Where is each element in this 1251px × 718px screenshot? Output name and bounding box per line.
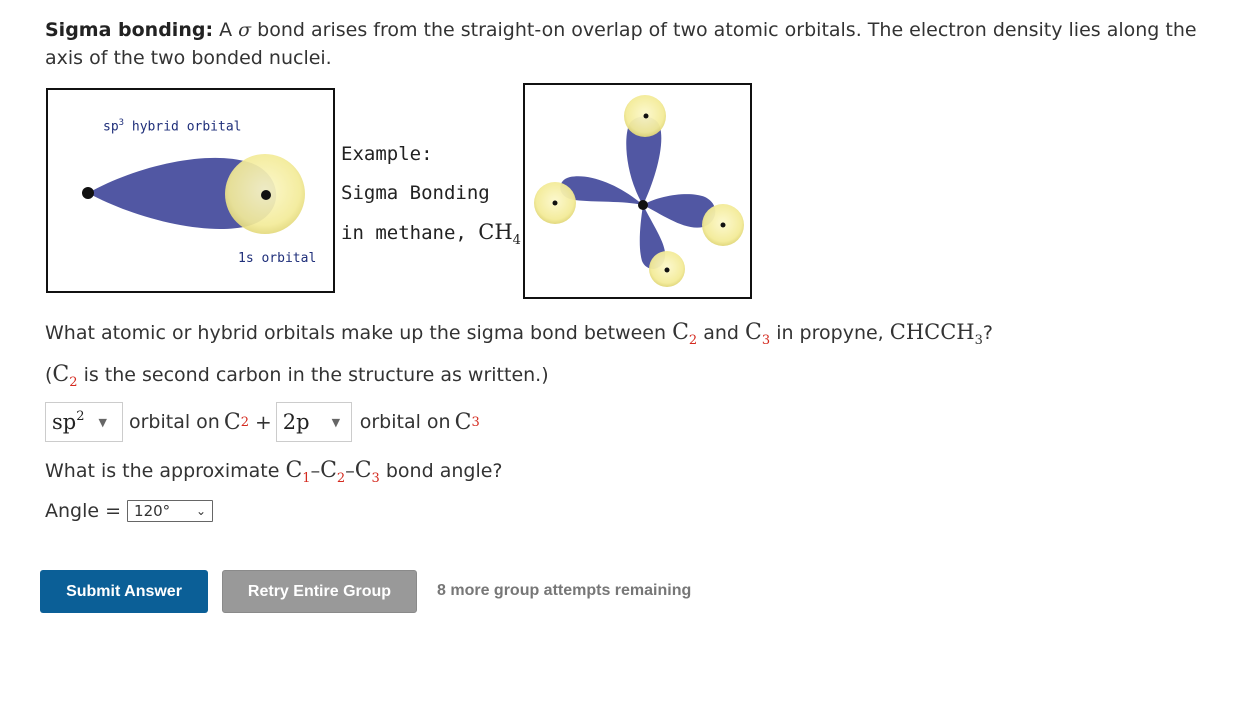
sp3-label: sp3 hybrid orbital <box>103 118 242 135</box>
example-line1: Example: <box>341 143 433 165</box>
carbon-nucleus <box>82 187 94 199</box>
orbital-on-label-2: orbital on <box>359 411 451 433</box>
example-line2: Sigma Bonding <box>341 182 490 204</box>
h-nucleus-right <box>720 222 726 228</box>
carbon-center <box>638 200 648 210</box>
orbital-c3-select[interactable]: 2p ▼ <box>275 402 352 442</box>
sigma-symbol: σ <box>238 19 252 41</box>
plus-sign: + <box>254 410 272 434</box>
angle-label: Angle = <box>45 500 122 522</box>
example-line3: in methane, CH4 <box>341 220 521 248</box>
attempts-remaining: 8 more group attempts remaining <box>437 582 692 599</box>
h-nucleus-bottom <box>664 267 670 273</box>
orbital-on-label-1: orbital on <box>129 411 220 433</box>
angle-row: Angle = 120° ⌄ <box>45 500 214 522</box>
question-note: (C2 is the second carbon in the structur… <box>45 362 549 390</box>
question-orbitals: What atomic or hybrid orbitals make up t… <box>45 320 993 348</box>
example-text: Example: Sigma Bonding in methane, CH4 <box>341 135 521 260</box>
orbital-c2-select[interactable]: sp 2 ▼ <box>45 402 123 442</box>
methane-figure <box>523 83 752 299</box>
submit-answer-button[interactable]: Submit Answer <box>40 570 208 613</box>
1s-label: 1s orbital <box>238 251 317 266</box>
retry-group-button[interactable]: Retry Entire Group <box>222 570 417 613</box>
h-nucleus-top <box>643 113 649 119</box>
intro-bold: Sigma bonding: <box>45 19 214 41</box>
c3-symbol: C <box>454 409 472 435</box>
question-bond-angle: What is the approximate C1–C2–C3 bond an… <box>45 458 503 486</box>
c2-symbol: C <box>223 409 241 435</box>
h-nucleus-left <box>552 200 558 206</box>
chevron-down-icon: ⌄ <box>195 504 207 518</box>
methane-diagram <box>534 95 744 287</box>
angle-value: 120° <box>134 502 171 520</box>
chevron-down-icon: ▼ <box>98 415 107 429</box>
angle-select[interactable]: 120° ⌄ <box>127 500 214 522</box>
intro-text-a: A <box>213 19 239 41</box>
1s-nucleus <box>261 190 271 200</box>
chevron-down-icon: ▼ <box>331 415 341 429</box>
orbital-answer-row: sp 2 ▼ orbital on C2 + 2p ▼ orbital on C3 <box>45 401 480 443</box>
intro-paragraph: Sigma bonding: A σ bond arises from the … <box>45 16 1225 72</box>
sp3-1s-figure: sp3 hybrid orbital 1s orbital <box>46 88 335 293</box>
